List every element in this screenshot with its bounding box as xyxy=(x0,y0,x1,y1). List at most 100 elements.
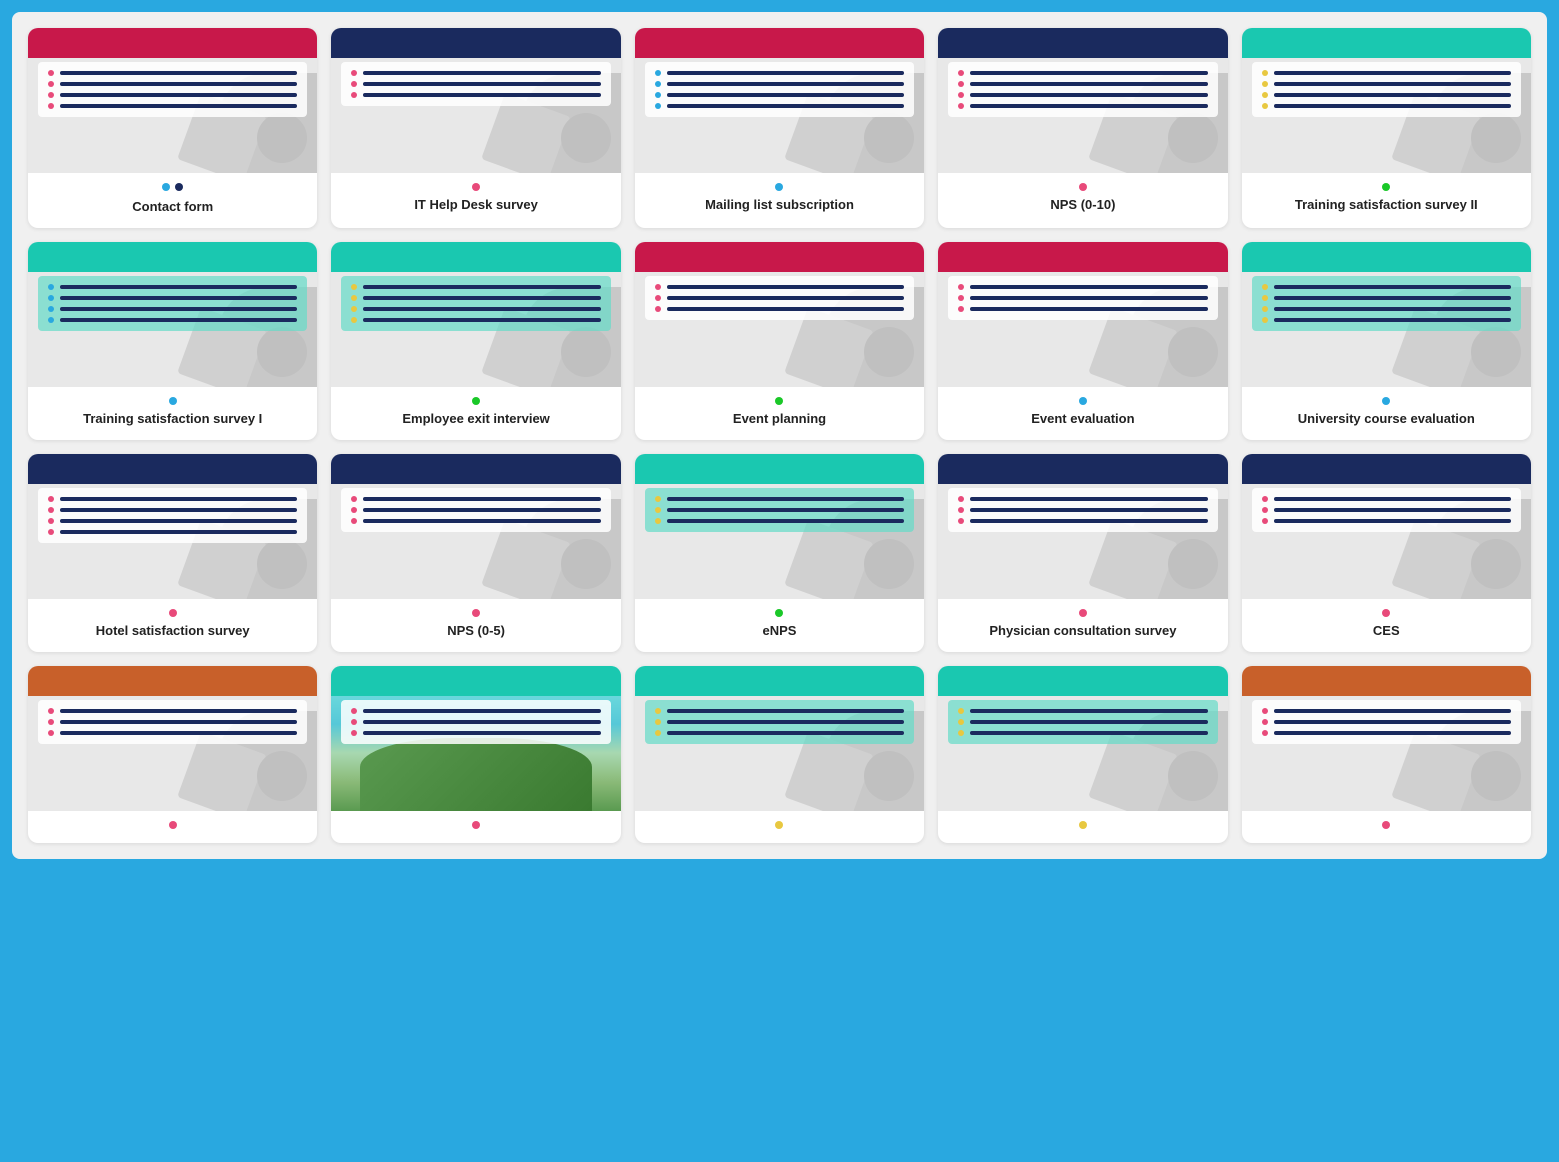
content-row xyxy=(351,295,600,301)
card-physician-consultation[interactable]: Physician consultation survey xyxy=(938,454,1227,652)
card-nps-0-5[interactable]: NPS (0-5) xyxy=(331,454,620,652)
row-line xyxy=(1274,720,1511,724)
content-row xyxy=(1262,92,1511,98)
row-line xyxy=(1274,307,1511,311)
card-event-planning[interactable]: Event planning xyxy=(635,242,924,440)
card-header-bar xyxy=(331,28,620,58)
card-preview xyxy=(635,454,924,599)
content-row xyxy=(351,730,600,736)
card-hotel-satisfaction[interactable]: Hotel satisfaction survey xyxy=(28,454,317,652)
card-preview xyxy=(635,28,924,173)
content-row xyxy=(958,708,1207,714)
card-preview xyxy=(331,666,620,811)
row-line xyxy=(970,104,1207,108)
card-footer: Training satisfaction survey II xyxy=(1242,173,1531,228)
indicator-dot xyxy=(1079,821,1087,829)
card-title: IT Help Desk survey xyxy=(414,197,538,214)
card-header-bar xyxy=(1242,454,1531,484)
indicator-dot xyxy=(472,609,480,617)
card-university-course[interactable]: University course evaluation xyxy=(1242,242,1531,440)
content-row xyxy=(958,306,1207,312)
card-title: eNPS xyxy=(763,623,797,640)
card-preview xyxy=(635,242,924,387)
card-footer: eNPS xyxy=(635,599,924,652)
card-mailing-list[interactable]: Mailing list subscription xyxy=(635,28,924,228)
content-row xyxy=(1262,518,1511,524)
content-row xyxy=(1262,284,1511,290)
row-line xyxy=(363,285,600,289)
card-footer: IT Help Desk survey xyxy=(331,173,620,228)
content-row xyxy=(655,295,904,301)
row-dot xyxy=(48,518,54,524)
row-dot xyxy=(655,81,661,87)
content-row xyxy=(351,306,600,312)
card-it-help-desk[interactable]: IT Help Desk survey xyxy=(331,28,620,228)
row-dot xyxy=(655,103,661,109)
card-ces[interactable]: CES xyxy=(1242,454,1531,652)
row-dot xyxy=(48,70,54,76)
content-row xyxy=(48,92,297,98)
row-line xyxy=(1274,93,1511,97)
card-content-area xyxy=(38,276,307,331)
content-row xyxy=(1262,306,1511,312)
content-row xyxy=(48,507,297,513)
row-dot xyxy=(655,708,661,714)
content-row xyxy=(48,317,297,323)
card-footer: Hotel satisfaction survey xyxy=(28,599,317,652)
indicator-dot xyxy=(775,183,783,191)
card-employee-exit[interactable]: Employee exit interview xyxy=(331,242,620,440)
card-header-bar xyxy=(1242,28,1531,58)
row-line xyxy=(363,709,600,713)
row-line xyxy=(1274,296,1511,300)
row-dot xyxy=(48,730,54,736)
row-dot xyxy=(1262,306,1268,312)
card-event-evaluation[interactable]: Event evaluation xyxy=(938,242,1227,440)
card-nps-0-10[interactable]: NPS (0-10) xyxy=(938,28,1227,228)
card-title: NPS (0-5) xyxy=(447,623,505,640)
row-line xyxy=(970,307,1207,311)
content-row xyxy=(655,518,904,524)
card-row4-card3[interactable] xyxy=(635,666,924,843)
card-preview xyxy=(331,242,620,387)
content-row xyxy=(48,518,297,524)
card-row4-card2[interactable] xyxy=(331,666,620,843)
card-content-area xyxy=(645,62,914,117)
row-line xyxy=(970,519,1207,523)
row-line xyxy=(1274,497,1511,501)
content-row xyxy=(351,496,600,502)
row-line xyxy=(970,720,1207,724)
card-content-area xyxy=(948,488,1217,532)
content-row xyxy=(48,284,297,290)
row-dot xyxy=(655,295,661,301)
row-dot xyxy=(655,92,661,98)
row-line xyxy=(363,82,600,86)
card-title: Event planning xyxy=(733,411,826,428)
indicator-dot xyxy=(169,397,177,405)
card-contact-form[interactable]: Contact form xyxy=(28,28,317,228)
row-dot xyxy=(351,518,357,524)
card-row4-card5[interactable] xyxy=(1242,666,1531,843)
content-row xyxy=(1262,81,1511,87)
row-dot xyxy=(1262,284,1268,290)
row-line xyxy=(60,285,297,289)
content-row xyxy=(655,92,904,98)
card-preview xyxy=(28,454,317,599)
content-row xyxy=(655,306,904,312)
row-dot xyxy=(48,529,54,535)
row-dot xyxy=(1262,719,1268,725)
card-row4-card1[interactable] xyxy=(28,666,317,843)
card-preview xyxy=(331,28,620,173)
row-line xyxy=(970,731,1207,735)
card-training-satisfaction-ii[interactable]: Training satisfaction survey II xyxy=(1242,28,1531,228)
card-enps[interactable]: eNPS xyxy=(635,454,924,652)
content-row xyxy=(655,103,904,109)
card-preview xyxy=(1242,666,1531,811)
row-line xyxy=(60,82,297,86)
card-footer xyxy=(938,811,1227,843)
card-training-satisfaction-i[interactable]: Training satisfaction survey I xyxy=(28,242,317,440)
content-row xyxy=(351,81,600,87)
card-footer xyxy=(331,811,620,843)
card-row4-card4[interactable] xyxy=(938,666,1227,843)
row-dot xyxy=(351,730,357,736)
content-row xyxy=(1262,708,1511,714)
